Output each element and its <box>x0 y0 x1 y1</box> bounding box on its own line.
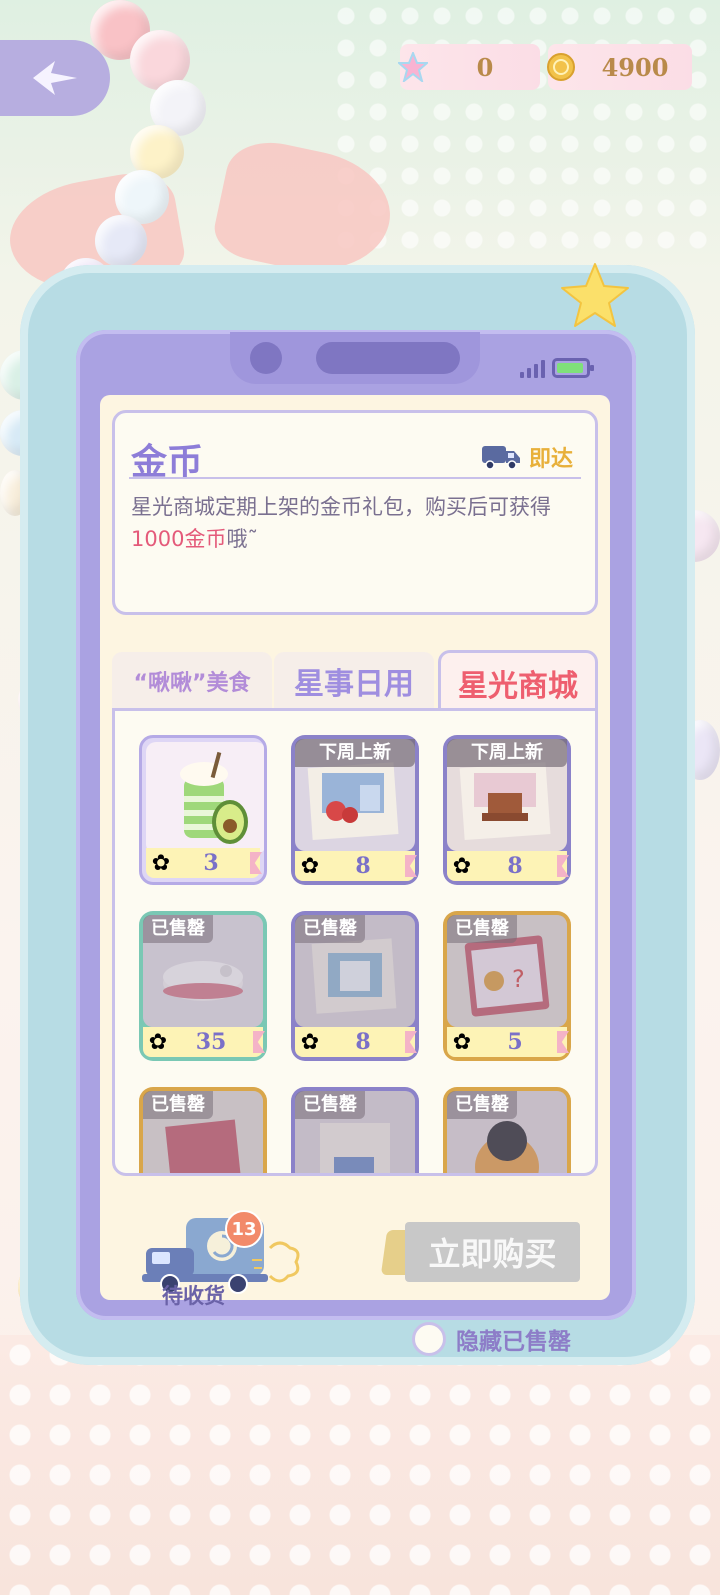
price-bar: ✿ 35 <box>143 1027 265 1057</box>
item-price: 8 <box>355 1029 371 1055</box>
rainbow-star-icon: ✿ <box>300 853 320 879</box>
yellow-star-decoration <box>561 263 629 327</box>
tab-daily-goods[interactable]: 星事日用 <box>274 652 434 710</box>
title-divider <box>129 477 581 479</box>
pending-delivery-label: 待收货 <box>162 1284 225 1308</box>
delivery-tag: 即达 <box>481 441 573 473</box>
svg-text:?: ? <box>512 965 525 993</box>
gold-coin-icon <box>544 50 578 84</box>
signal-icon <box>520 360 545 378</box>
sold-out-badge: 已售罄 <box>447 915 517 943</box>
hide-sold-out-label: 隐藏已售罄 <box>456 1329 571 1355</box>
item-price: 8 <box>507 853 523 879</box>
item-card[interactable]: ✿ 3 <box>139 735 267 885</box>
description-text: 星光商城定期上架的金币礼包，购买后可获得 <box>131 495 551 519</box>
rainbow-star-icon: ✿ <box>300 1029 320 1055</box>
item-card[interactable]: 已售罄 ✿ 35 <box>139 911 267 1061</box>
bead-decoration <box>95 215 147 267</box>
price-bar: ✿ 8 <box>295 851 417 881</box>
item-description: 星光商城定期上架的金币礼包，购买后可获得 1000金币哦˜ <box>131 491 581 555</box>
battery-icon <box>552 358 594 378</box>
item-info-card: 金币 即达 星光商城定期上架的金币礼包，购买后可获得1000金币哦˜ <box>112 410 598 615</box>
coin-currency-value: 4900 <box>601 52 669 82</box>
sold-out-badge: 已售罄 <box>295 1091 365 1119</box>
item-price: 5 <box>507 1029 523 1055</box>
sold-out-badge: 已售罄 <box>447 1091 517 1119</box>
price-bar: ✿ 5 <box>447 1027 569 1057</box>
item-price: 3 <box>203 850 219 876</box>
item-price: 8 <box>355 853 371 879</box>
upcoming-badge: 下周上新 <box>295 739 415 767</box>
sold-out-badge: 已售罄 <box>143 915 213 943</box>
price-bar: ✿ 8 <box>447 851 569 881</box>
item-card[interactable]: ? 已售罄 ✿ 5 <box>443 911 571 1061</box>
item-price: 35 <box>195 1029 227 1055</box>
tab-snacks[interactable]: “啾啾”美食 <box>112 652 272 710</box>
item-card[interactable]: 已售罄 <box>139 1087 267 1173</box>
rainbow-star-icon: ✿ <box>452 1029 472 1055</box>
price-bar: ✿ 8 <box>295 1027 417 1057</box>
description-highlight: 1000金币 <box>131 527 227 551</box>
item-card[interactable]: 下周上新 ✿ 8 <box>291 735 419 885</box>
sold-out-badge: 已售罄 <box>143 1091 213 1119</box>
avocado-smoothie-image <box>146 742 264 854</box>
rainbow-star-icon: ✿ <box>151 850 171 876</box>
pending-count-badge: 13 <box>225 1210 263 1248</box>
item-grid: ✿ 3 下周上新 ✿ 8 下周上新 ✿ 8 已售罄 ✿ 35 已售罄 ✿ 8 ?… <box>112 708 598 1176</box>
item-card[interactable]: 已售罄 ✿ 8 <box>291 911 419 1061</box>
rainbow-star-icon: ✿ <box>148 1029 168 1055</box>
star-currency: 0 <box>398 44 540 90</box>
delivery-truck-icon <box>481 446 520 470</box>
price-bar: ✿ 3 <box>146 848 262 878</box>
coin-currency: 4900 <box>547 44 692 90</box>
rainbow-star-icon: ✿ <box>452 853 472 879</box>
star-currency-value: 0 <box>476 52 494 82</box>
item-card[interactable]: 已售罄 <box>443 1087 571 1173</box>
back-button[interactable] <box>0 40 110 116</box>
hide-sold-out-toggle[interactable]: 隐藏已售罄 <box>412 1322 571 1356</box>
shop-tabs: “啾啾”美食 星事日用 星光商城 <box>112 650 598 712</box>
sold-out-badge: 已售罄 <box>295 915 365 943</box>
description-suffix: 哦˜ <box>226 527 258 551</box>
back-arrow-icon <box>33 61 77 95</box>
tab-starlight-shop[interactable]: 星光商城 <box>438 650 598 712</box>
delivery-label: 即达 <box>528 447 573 472</box>
checkbox-circle-icon[interactable] <box>412 1322 446 1356</box>
buy-now-button[interactable]: 立即购买 <box>405 1222 580 1282</box>
item-card[interactable]: 下周上新 ✿ 8 <box>443 735 571 885</box>
item-card[interactable]: 已售罄 <box>291 1087 419 1173</box>
upcoming-badge: 下周上新 <box>447 739 567 767</box>
rainbow-star-icon <box>396 50 430 84</box>
lace-decoration-bottom <box>0 1335 720 1595</box>
phone-notch <box>230 332 480 384</box>
